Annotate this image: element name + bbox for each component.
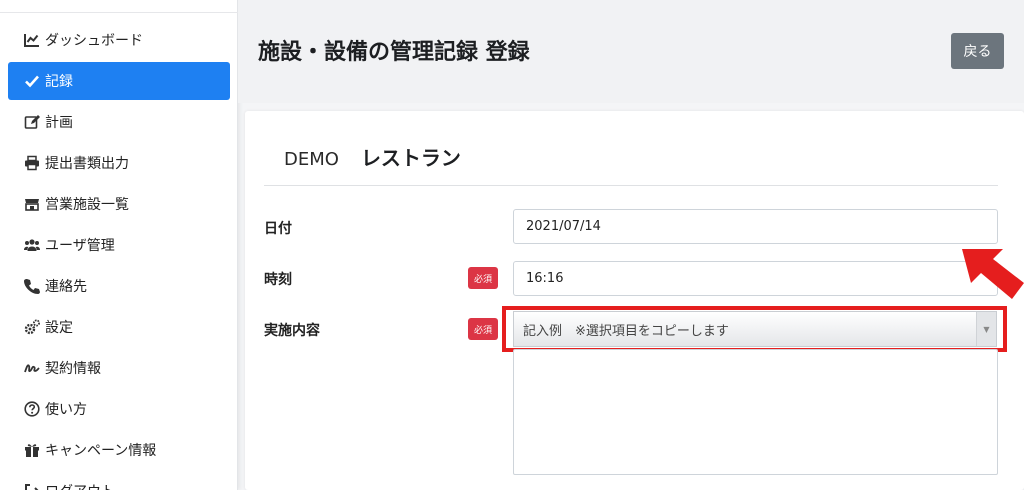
sidebar-item-label: 連絡先 <box>45 279 87 295</box>
required-badge: 必須 <box>468 267 498 289</box>
gears-icon <box>23 319 40 336</box>
sidebar-item-label: 使い方 <box>45 402 87 418</box>
content-label: 実施内容 <box>264 323 320 339</box>
logout-icon <box>23 483 40 490</box>
edit-icon <box>23 114 40 131</box>
chart-line-icon <box>23 32 40 49</box>
sidebar-item-dashboard[interactable]: ダッシュボード <box>8 21 230 59</box>
date-label: 日付 <box>264 221 292 237</box>
sidebar-item-users[interactable]: ユーザ管理 <box>8 226 230 264</box>
page-header: 施設・設備の管理記録 登録 戻る <box>238 0 1024 103</box>
sidebar-item-plan[interactable]: 計画 <box>8 103 230 141</box>
time-input[interactable] <box>513 261 998 296</box>
signature-icon <box>23 360 40 377</box>
sidebar-item-campaign[interactable]: キャンペーン情報 <box>8 431 230 469</box>
users-icon <box>23 237 40 254</box>
date-input[interactable] <box>513 209 998 244</box>
store-code: DEMO <box>284 149 339 170</box>
form-card: DEMO レストラン 日付 時刻 必須 実施内容 必須 記入例 ※選択項目をコピ… <box>245 111 1024 490</box>
store-icon <box>23 196 40 213</box>
question-circle-icon <box>23 401 40 418</box>
check-icon <box>23 73 40 90</box>
sidebar-item-label: 契約情報 <box>45 361 101 377</box>
sidebar: ダッシュボード 記録 計画 提出書類出力 営業施設一覧 ユーザ管理 連絡先 設定… <box>0 0 238 490</box>
sidebar-item-label: 記録 <box>45 74 73 90</box>
sidebar-item-contract[interactable]: 契約情報 <box>8 349 230 387</box>
printer-icon <box>23 155 40 172</box>
time-label: 時刻 <box>264 272 292 288</box>
sidebar-item-print[interactable]: 提出書類出力 <box>8 144 230 182</box>
sidebar-item-contacts[interactable]: 連絡先 <box>8 267 230 305</box>
sidebar-item-settings[interactable]: 設定 <box>8 308 230 346</box>
annotation-arrow-icon <box>962 249 1024 299</box>
store-heading: DEMO レストラン <box>284 142 461 171</box>
sidebar-item-label: 提出書類出力 <box>45 156 129 172</box>
content-textarea[interactable] <box>513 349 998 475</box>
page-title: 施設・設備の管理記録 登録 <box>258 40 530 65</box>
sidebar-item-label: 設定 <box>45 320 73 336</box>
sidebar-item-record[interactable]: 記録 <box>8 62 230 100</box>
sidebar-item-facilities[interactable]: 営業施設一覧 <box>8 185 230 223</box>
sidebar-item-label: キャンペーン情報 <box>45 443 157 459</box>
sidebar-item-label: ログアウト <box>45 481 115 490</box>
back-button[interactable]: 戻る <box>951 33 1004 69</box>
sidebar-item-label: ユーザ管理 <box>45 238 115 254</box>
sidebar-item-help[interactable]: 使い方 <box>8 390 230 428</box>
sidebar-item-logout[interactable]: ログアウト <box>8 472 230 490</box>
sidebar-item-label: 計画 <box>45 115 73 131</box>
required-badge: 必須 <box>468 318 498 340</box>
sidebar-item-label: 営業施設一覧 <box>45 197 129 213</box>
sidebar-item-label: ダッシュボード <box>45 33 143 49</box>
divider <box>264 185 998 186</box>
sidebar-top-divider <box>0 12 238 13</box>
annotation-highlight-box <box>502 306 1007 352</box>
gift-icon <box>23 442 40 459</box>
phone-icon <box>23 278 40 295</box>
store-name: レストラン <box>360 146 461 170</box>
